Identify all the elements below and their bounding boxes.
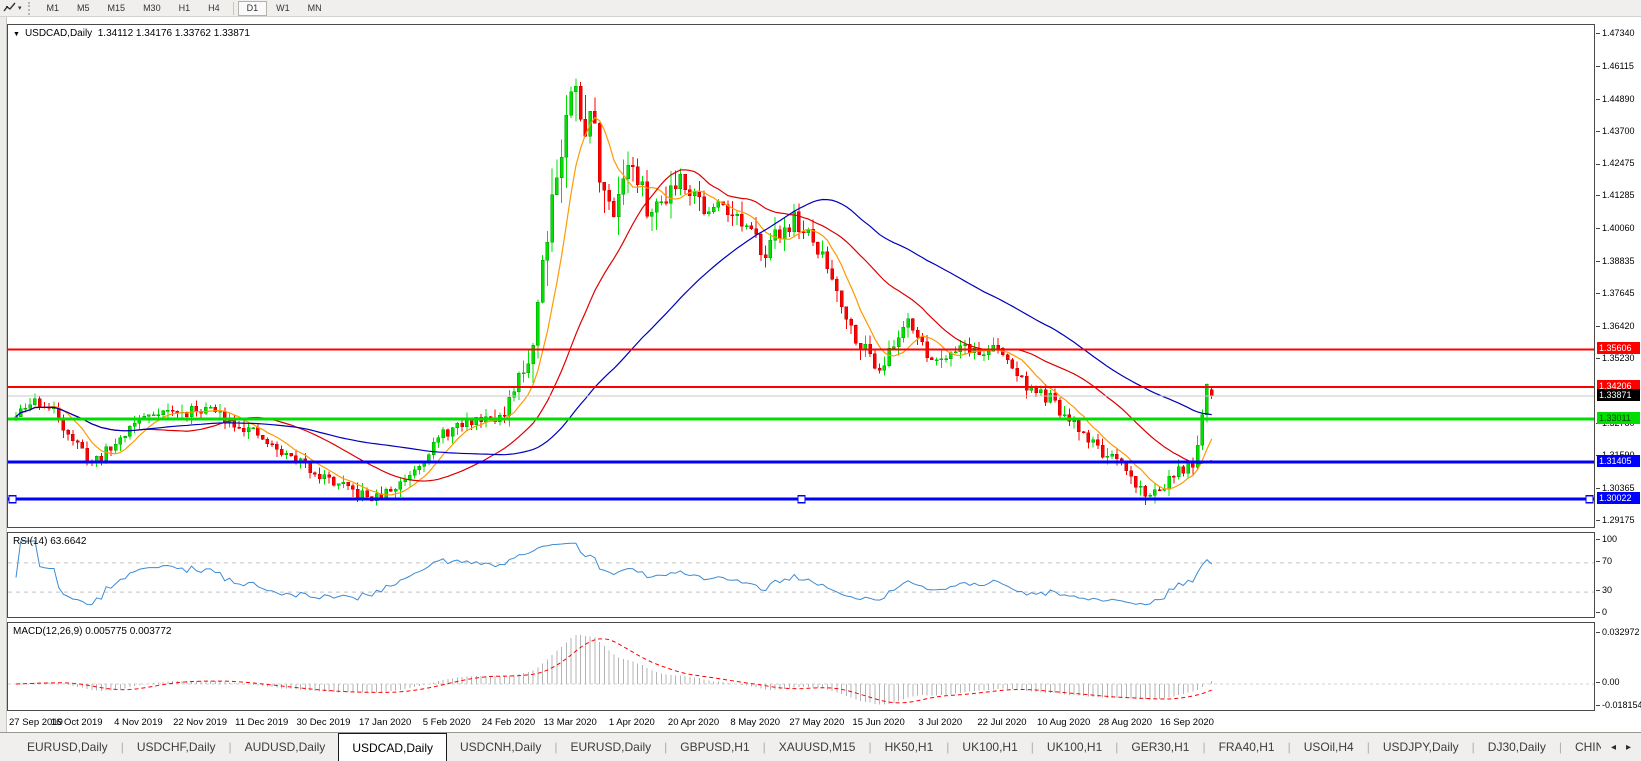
candlestick-chart[interactable] bbox=[8, 25, 1594, 527]
symbol-tab-uk100-h1[interactable]: UK100,H1 bbox=[949, 733, 1030, 761]
price-tick-label: 1.44890 bbox=[1596, 94, 1635, 104]
symbol-tab-ger30-h1[interactable]: GER30,H1 bbox=[1118, 733, 1202, 761]
macd-label: MACD(12,26,9) 0.005775 0.003772 bbox=[13, 626, 171, 637]
rsi-panel[interactable]: RSI(14) 63.6642 bbox=[7, 532, 1595, 618]
price-tick-label: 1.46115 bbox=[1596, 61, 1634, 71]
date-tick-label: 30 Dec 2019 bbox=[296, 717, 350, 728]
period-button-d1[interactable]: D1 bbox=[238, 1, 268, 16]
period-button-mn[interactable]: MN bbox=[299, 1, 331, 16]
period-button-m1[interactable]: M1 bbox=[38, 1, 69, 16]
date-tick-label: 11 Dec 2019 bbox=[235, 717, 288, 728]
price-line-label: 1.30022 bbox=[1597, 492, 1640, 504]
price-tick-label: 1.42475 bbox=[1596, 158, 1635, 168]
price-tick-label: 1.36420 bbox=[1596, 321, 1635, 331]
rsi-plot[interactable] bbox=[8, 533, 1594, 617]
date-axis[interactable]: 27 Sep 201916 Oct 20194 Nov 201922 Nov 2… bbox=[7, 714, 1595, 732]
chart-ohlc-values: 1.34112 1.34176 1.33762 1.33871 bbox=[98, 28, 250, 39]
date-tick-label: 10 Aug 2020 bbox=[1037, 717, 1090, 728]
period-button-h4[interactable]: H4 bbox=[199, 1, 229, 16]
symbol-tab-usdjpy-daily[interactable]: USDJPY,Daily bbox=[1370, 733, 1472, 761]
date-tick-label: 17 Jan 2020 bbox=[359, 717, 411, 728]
price-axis[interactable]: 1.47340 1.46115 1.44890 1.43700 1.42475 1.412… bbox=[1596, 17, 1641, 732]
trading-terminal: ▾ M1M5M15M30H1H4 D1W1MN ▼ USDCAD,Daily 1.3… bbox=[0, 0, 1641, 761]
symbol-tab-usoil-h4[interactable]: USOil,H4 bbox=[1291, 733, 1367, 761]
date-tick-label: 5 Feb 2020 bbox=[423, 717, 471, 728]
date-tick-label: 16 Oct 2019 bbox=[51, 717, 103, 728]
symbol-tab-usdcad-daily[interactable]: USDCAD,Daily bbox=[338, 733, 447, 761]
date-tick-label: 1 Apr 2020 bbox=[609, 717, 655, 728]
left-splitter[interactable] bbox=[0, 17, 7, 732]
symbol-tab-usdcnh-daily[interactable]: USDCNH,Daily bbox=[447, 733, 554, 761]
macd-panel[interactable]: MACD(12,26,9) 0.005775 0.003772 bbox=[7, 622, 1595, 711]
price-tick-label: 1.37645 bbox=[1596, 288, 1635, 298]
macd-plot[interactable] bbox=[8, 623, 1594, 710]
symbol-tab-eurusd-daily[interactable]: EURUSD,Daily bbox=[557, 733, 664, 761]
symbol-tab-fra40-h1[interactable]: FRA40,H1 bbox=[1206, 733, 1288, 761]
price-tick-label: 1.35230 bbox=[1596, 353, 1635, 363]
symbol-tab-eurusd-daily[interactable]: EURUSD,Daily bbox=[14, 733, 121, 761]
chart-workspace: ▼ USDCAD,Daily 1.34112 1.34176 1.33762 1.… bbox=[0, 17, 1641, 761]
rsi-tick-label: 100 bbox=[1596, 534, 1617, 544]
price-line-label: 1.33011 bbox=[1597, 412, 1640, 424]
date-tick-label: 13 Mar 2020 bbox=[543, 717, 596, 728]
date-tick-label: 28 Aug 2020 bbox=[1099, 717, 1152, 728]
date-tick-label: 24 Feb 2020 bbox=[482, 717, 535, 728]
price-chart-panel[interactable]: ▼ USDCAD,Daily 1.34112 1.34176 1.33762 1.… bbox=[7, 24, 1595, 528]
chart-tool-dropdown-icon[interactable]: ▾ bbox=[18, 4, 22, 12]
period-button-w1[interactable]: W1 bbox=[267, 1, 299, 16]
symbol-tab-dj30-daily[interactable]: DJ30,Daily bbox=[1475, 733, 1559, 761]
price-tick-label: 1.43700 bbox=[1596, 126, 1635, 136]
macd-tick-label: -0.018154 bbox=[1596, 700, 1641, 710]
symbol-tab-audusd-daily[interactable]: AUDUSD,Daily bbox=[232, 733, 339, 761]
toolbar-grip bbox=[28, 2, 33, 15]
symbol-tab-usdchf-daily[interactable]: USDCHF,Daily bbox=[124, 733, 229, 761]
price-line-label: 1.33871 bbox=[1597, 389, 1640, 401]
tab-scroll-right-icon[interactable]: ▸ bbox=[1626, 742, 1631, 753]
chart-symbol-label: USDCAD,Daily bbox=[25, 28, 92, 39]
collapse-chart-icon[interactable]: ▼ bbox=[13, 31, 20, 38]
date-tick-label: 22 Nov 2019 bbox=[173, 717, 227, 728]
tab-scroll-left-icon[interactable]: ◂ bbox=[1611, 742, 1616, 753]
timeframe-toolbar: ▾ M1M5M15M30H1H4 D1W1MN bbox=[0, 0, 1641, 17]
price-line-label: 1.35606 bbox=[1597, 342, 1640, 354]
symbol-tab-uk100-h1[interactable]: UK100,H1 bbox=[1034, 733, 1115, 761]
date-tick-label: 22 Jul 2020 bbox=[977, 717, 1026, 728]
price-tick-label: 1.47340 bbox=[1596, 28, 1635, 38]
date-tick-label: 3 Jul 2020 bbox=[918, 717, 962, 728]
date-tick-label: 27 May 2020 bbox=[789, 717, 844, 728]
period-button-h1[interactable]: H1 bbox=[170, 1, 200, 16]
period-button-m30[interactable]: M30 bbox=[134, 1, 170, 16]
date-tick-label: 16 Sep 2020 bbox=[1160, 717, 1214, 728]
symbol-tab-china300-h1[interactable]: CHINA300,H1 bbox=[1562, 733, 1601, 761]
date-tick-label: 4 Nov 2019 bbox=[114, 717, 163, 728]
period-button-m5[interactable]: M5 bbox=[68, 1, 99, 16]
period-button-m15[interactable]: M15 bbox=[99, 1, 135, 16]
tab-scroll-controls: ◂ ▸ bbox=[1601, 733, 1641, 761]
symbol-tab-hk50-h1[interactable]: HK50,H1 bbox=[872, 733, 947, 761]
symbol-tab-xauusd-m15[interactable]: XAUUSD,M15 bbox=[766, 733, 869, 761]
chart-cursor-icon[interactable] bbox=[0, 1, 18, 16]
price-tick-label: 1.41285 bbox=[1596, 190, 1635, 200]
symbol-tab-list: EURUSD,Daily|USDCHF,Daily|AUDUSD,DailyUS… bbox=[0, 733, 1601, 761]
macd-tick-label: 0.00 bbox=[1596, 677, 1620, 687]
symbol-tab-gbpusd-h1[interactable]: GBPUSD,H1 bbox=[667, 733, 762, 761]
rsi-tick-label: 30 bbox=[1596, 585, 1612, 595]
symbol-tab-bar: EURUSD,Daily|USDCHF,Daily|AUDUSD,DailyUS… bbox=[0, 732, 1641, 761]
rsi-tick-label: 0 bbox=[1596, 607, 1607, 617]
toolbar-separator bbox=[233, 2, 234, 15]
timeframe-buttons: M1M5M15M30H1H4 D1W1MN bbox=[38, 1, 331, 16]
price-line-label: 1.31405 bbox=[1597, 455, 1640, 467]
date-tick-label: 20 Apr 2020 bbox=[668, 717, 719, 728]
price-tick-label: 1.38835 bbox=[1596, 256, 1635, 266]
price-tick-label: 1.40060 bbox=[1596, 223, 1635, 233]
macd-tick-label: 0.032972 bbox=[1596, 627, 1640, 637]
chart-title: ▼ USDCAD,Daily 1.34112 1.34176 1.33762 1.… bbox=[13, 28, 250, 39]
rsi-tick-label: 70 bbox=[1596, 556, 1612, 566]
date-tick-label: 15 Jun 2020 bbox=[852, 717, 904, 728]
date-tick-label: 8 May 2020 bbox=[730, 717, 780, 728]
rsi-label: RSI(14) 63.6642 bbox=[13, 536, 86, 547]
price-tick-label: 1.29175 bbox=[1596, 515, 1635, 525]
